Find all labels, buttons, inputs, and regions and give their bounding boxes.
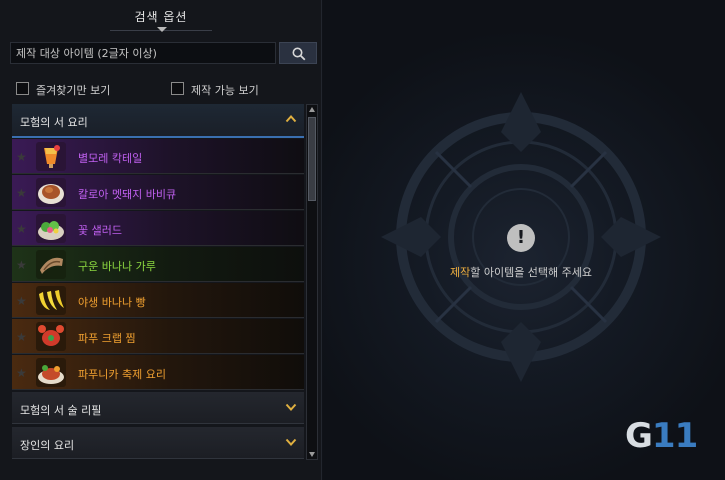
meat-icon bbox=[36, 178, 66, 207]
scroll-up-arrow-icon[interactable] bbox=[308, 106, 316, 114]
search-field[interactable] bbox=[10, 42, 276, 64]
item-name: 꽃 샐러드 bbox=[78, 224, 122, 237]
favorite-star-icon[interactable]: ★ bbox=[16, 294, 27, 308]
checkbox-box[interactable] bbox=[16, 82, 29, 95]
item-name: 칼로아 멧돼지 바비큐 bbox=[78, 188, 177, 201]
recipe-list: 모험의 서 요리 ★ 별모레 칵테일 ★ 칼로아 멧돼지 바비큐 ★ 꽃 샐러드… bbox=[12, 104, 304, 462]
item-name: 파푸니카 축제 요리 bbox=[78, 368, 166, 381]
festival-dish-icon bbox=[36, 358, 66, 387]
craft-search-panel: 검색 옵션 즐겨찾기만 보기 제작 가능 보기 모험의 서 요리 ★ bbox=[0, 0, 322, 480]
favorite-star-icon[interactable]: ★ bbox=[16, 222, 27, 236]
category-label: 모험의 서 술 리필 bbox=[20, 404, 102, 417]
scroll-down-arrow-icon[interactable] bbox=[308, 450, 316, 458]
craftable-only-label: 제작 가능 보기 bbox=[191, 84, 259, 97]
list-item[interactable]: ★ 별모레 칵테일 bbox=[12, 139, 304, 174]
list-item[interactable]: ★ 파푸 크랩 찜 bbox=[12, 319, 304, 354]
item-name: 별모레 칵테일 bbox=[78, 152, 143, 165]
favorite-star-icon[interactable]: ★ bbox=[16, 150, 27, 164]
search-button[interactable] bbox=[279, 42, 317, 64]
select-item-message: 제작할 아이템을 선택해 주세요 bbox=[323, 264, 719, 280]
search-icon bbox=[292, 47, 306, 61]
item-name: 구운 바나나 가루 bbox=[78, 260, 156, 273]
checkbox-box[interactable] bbox=[171, 82, 184, 95]
message-text: 할 아이템을 선택해 주세요 bbox=[470, 266, 593, 279]
chevron-down-icon bbox=[285, 438, 297, 446]
salad-icon bbox=[36, 214, 66, 243]
recipe-detail-panel: ! 제작할 아이템을 선택해 주세요 G11 bbox=[323, 0, 725, 480]
search-input[interactable] bbox=[11, 43, 275, 63]
list-scrollbar[interactable] bbox=[306, 104, 318, 460]
site-logo-watermark: G11 bbox=[625, 416, 698, 456]
favorite-star-icon[interactable]: ★ bbox=[16, 330, 27, 344]
caret-down-icon bbox=[157, 27, 167, 32]
list-item[interactable]: ★ 꽃 샐러드 bbox=[12, 211, 304, 246]
category-adventure-drink-refill[interactable]: 모험의 서 술 리필 bbox=[12, 392, 304, 424]
favorite-star-icon[interactable]: ★ bbox=[16, 366, 27, 380]
category-adventure-cooking[interactable]: 모험의 서 요리 bbox=[12, 104, 304, 138]
panel-title: 검색 옵션 bbox=[134, 10, 188, 24]
category-label: 모험의 서 요리 bbox=[20, 116, 88, 129]
list-item[interactable]: ★ 파푸니카 축제 요리 bbox=[12, 355, 304, 390]
favorites-only-label: 즐겨찾기만 보기 bbox=[36, 84, 111, 97]
item-name: 파푸 크랩 찜 bbox=[78, 332, 136, 345]
category-label: 장인의 요리 bbox=[20, 439, 75, 452]
list-item[interactable]: ★ 구운 바나나 가루 bbox=[12, 247, 304, 282]
favorite-star-icon[interactable]: ★ bbox=[16, 258, 27, 272]
banana-icon bbox=[36, 286, 66, 315]
scroll-thumb[interactable] bbox=[308, 117, 316, 201]
roasted-banana-icon bbox=[36, 250, 66, 279]
message-highlight: 제작 bbox=[449, 266, 471, 279]
crab-icon bbox=[36, 322, 66, 351]
item-name: 야생 바나나 빵 bbox=[78, 296, 146, 309]
alert-icon: ! bbox=[507, 224, 535, 252]
category-artisan-cooking[interactable]: 장인의 요리 bbox=[12, 427, 304, 459]
chevron-down-icon bbox=[285, 403, 297, 411]
favorite-star-icon[interactable]: ★ bbox=[16, 186, 27, 200]
chevron-up-icon bbox=[285, 115, 297, 123]
list-item[interactable]: ★ 야생 바나나 빵 bbox=[12, 283, 304, 318]
list-item[interactable]: ★ 칼로아 멧돼지 바비큐 bbox=[12, 175, 304, 210]
search-options-tab[interactable]: 검색 옵션 bbox=[0, 0, 322, 36]
cocktail-icon bbox=[36, 142, 66, 171]
